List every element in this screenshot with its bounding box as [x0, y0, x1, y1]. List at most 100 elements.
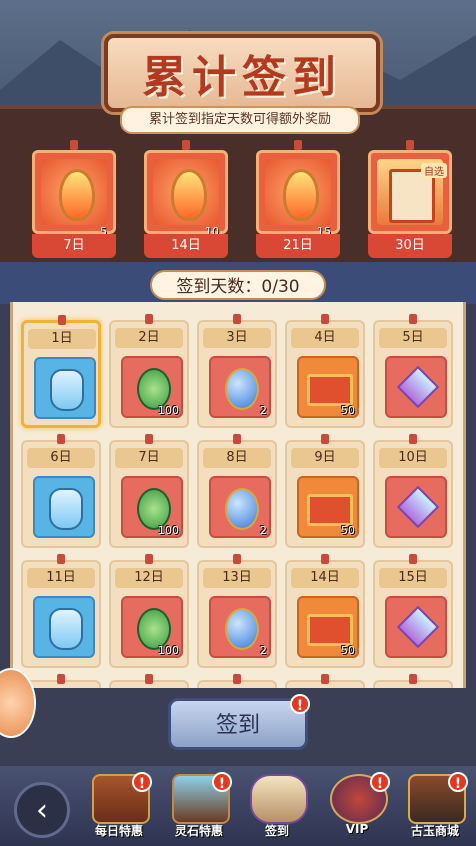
day-label: 12日 — [115, 568, 183, 588]
scroll-icon — [250, 774, 308, 824]
milestone-card: 自选 — [368, 150, 452, 234]
reward-qty: 2 — [260, 644, 267, 657]
reward-qty: 100 — [158, 404, 179, 417]
day-cell-1[interactable]: 1日 — [21, 315, 101, 428]
day-label: 14日 — [291, 568, 359, 588]
nail-decoration — [145, 434, 153, 444]
nav-label: VIP — [345, 822, 369, 836]
nav-label: 每日特惠 — [94, 824, 143, 838]
reward-qty: 50 — [341, 644, 355, 657]
nav-badge: ! — [132, 772, 152, 792]
nail-decoration — [70, 140, 78, 150]
day-cell-15[interactable]: 15日 — [373, 554, 453, 668]
sign-in-button[interactable]: 签到 — [168, 698, 308, 750]
day-label: 9日 — [291, 448, 359, 468]
day-cell-13[interactable]: 13日 2 — [197, 554, 277, 668]
orb-icon — [225, 488, 259, 530]
nav-label: 灵石特惠 — [174, 824, 223, 838]
day-cell-partial — [109, 674, 189, 688]
milestone-day: 14日 — [144, 234, 228, 258]
milestone-reward-21[interactable]: 15 21日 — [256, 140, 340, 258]
crystal-icon — [396, 605, 440, 649]
nail-decoration — [233, 434, 241, 444]
fire-token-icon — [59, 169, 95, 221]
day-cell-4[interactable]: 4日 50 — [285, 314, 365, 428]
day-cell-10[interactable]: 10日 — [373, 434, 453, 548]
day-cell-8[interactable]: 8日 2 — [197, 434, 277, 548]
ticket-icon — [307, 614, 353, 646]
nail-decoration — [57, 554, 65, 564]
ticket-icon — [307, 374, 353, 406]
day-cell-9[interactable]: 9日 50 — [285, 434, 365, 548]
optional-tag: 自选 — [421, 163, 447, 178]
nail-decoration — [321, 554, 329, 564]
nav-sign-in[interactable]: 签到 — [240, 770, 314, 844]
day-label: 7日 — [115, 448, 183, 468]
milestone-day: 21日 — [256, 234, 340, 258]
day-label: 1日 — [28, 329, 96, 349]
nail-decoration — [58, 315, 66, 325]
milestone-card: 10 — [144, 150, 228, 238]
milestone-reward-30[interactable]: 自选 30日 — [368, 140, 452, 258]
nail-decoration — [321, 434, 329, 444]
nail-decoration — [409, 554, 417, 564]
milestone-day: 30日 — [368, 234, 452, 258]
vial-icon — [49, 608, 83, 650]
nail-decoration — [294, 140, 302, 150]
day-cell-11[interactable]: 11日 — [21, 554, 101, 668]
nav-badge: ! — [370, 772, 390, 792]
orb-icon — [225, 368, 259, 410]
day-label: 15日 — [379, 568, 447, 588]
day-label: 2日 — [115, 328, 183, 348]
day-label: 11日 — [27, 568, 95, 588]
nail-decoration — [57, 434, 65, 444]
day-label: 10日 — [379, 448, 447, 468]
milestone-day: 7日 — [32, 234, 116, 258]
day-label: 4日 — [291, 328, 359, 348]
page-title: 累计签到 — [142, 52, 342, 103]
day-cell-6[interactable]: 6日 — [21, 434, 101, 548]
vial-icon — [49, 488, 83, 530]
vial-icon — [50, 369, 84, 411]
day-cell-5[interactable]: 5日 — [373, 314, 453, 428]
crystal-icon — [396, 365, 440, 409]
sign-in-label: 签到 — [215, 713, 260, 738]
day-label: 6日 — [27, 448, 95, 468]
day-cell-14[interactable]: 14日 50 — [285, 554, 365, 668]
day-cell-partial — [285, 674, 365, 688]
reward-qty: 2 — [260, 524, 267, 537]
milestone-reward-7[interactable]: 5 7日 — [32, 140, 116, 258]
nail-decoration — [233, 314, 241, 324]
crystal-icon — [396, 485, 440, 529]
reward-qty: 50 — [341, 404, 355, 417]
nail-decoration — [409, 314, 417, 324]
day-cell-2[interactable]: 2日 100 — [109, 314, 189, 428]
day-label: 5日 — [379, 328, 447, 348]
nav-daily-deals[interactable]: ! 每日特惠 — [82, 770, 156, 844]
milestone-reward-14[interactable]: 10 14日 — [144, 140, 228, 258]
orb-icon — [225, 608, 259, 650]
nail-decoration — [145, 314, 153, 324]
back-arrow-icon[interactable]: ‹ — [14, 782, 70, 838]
nail-decoration — [145, 554, 153, 564]
nav-label: 签到 — [264, 824, 289, 838]
milestone-card: 15 — [256, 150, 340, 238]
nail-decoration — [406, 140, 414, 150]
reward-qty: 100 — [158, 644, 179, 657]
reward-qty: 100 — [158, 524, 179, 537]
day-cell-3[interactable]: 3日 2 — [197, 314, 277, 428]
day-cell-7[interactable]: 7日 100 — [109, 434, 189, 548]
day-cell-12[interactable]: 12日 100 — [109, 554, 189, 668]
day-label: 3日 — [203, 328, 271, 348]
daily-reward-grid[interactable]: 1日 2日 100 3日 2 4日 50 5日 6日 7日 100 8日 2 9… — [10, 302, 466, 688]
day-label: 8日 — [203, 448, 271, 468]
nail-decoration — [409, 434, 417, 444]
milestone-card: 5 — [32, 150, 116, 238]
nav-spirit-stone-deals[interactable]: ! 灵石特惠 — [162, 770, 236, 844]
nav-badge: ! — [212, 772, 232, 792]
nail-decoration — [321, 314, 329, 324]
day-label: 13日 — [203, 568, 271, 588]
sign-in-count: 签到天数：0/30 — [150, 270, 326, 300]
nav-vip[interactable]: ! VIP — [320, 770, 394, 844]
nav-jade-shop[interactable]: ! 古玉商城 — [398, 770, 472, 844]
